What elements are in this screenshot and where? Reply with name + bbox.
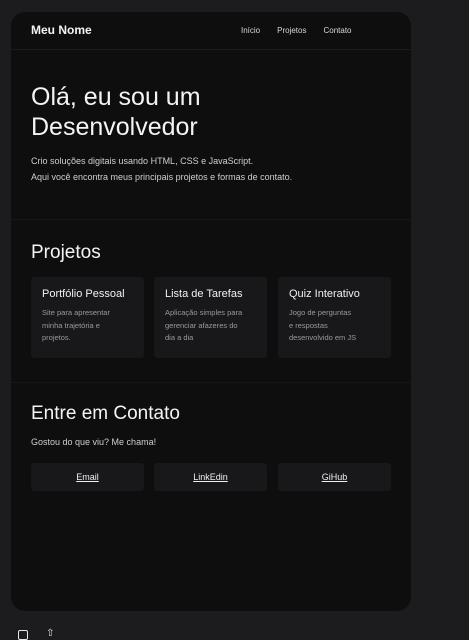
main-nav: Início Projetos Contato — [241, 26, 369, 35]
nav-contato-link[interactable]: Contato — [323, 26, 351, 35]
project-title: Lista de Tarefas — [165, 288, 243, 300]
project-card-quiz[interactable]: Quiz Interativo Jogo de perguntas e resp… — [278, 277, 391, 358]
portfolio-page: Meu Nome Início Projetos Contato Olá, eu… — [11, 12, 411, 611]
hero-description: Crio soluções digitais usando HTML, CSS … — [31, 153, 391, 185]
contact-subtitle: Gostou do que viu? Me chama! — [31, 437, 157, 447]
section-divider — [11, 382, 411, 383]
project-title: Portfólio Pessoal — [42, 288, 125, 300]
nav-projetos-link[interactable]: Projetos — [277, 26, 306, 35]
project-description: Jogo de perguntas e respostas desenvolvi… — [289, 308, 357, 342]
hero-title-line2: Desenvolvedor — [31, 113, 198, 141]
project-card-portfolio[interactable]: Portfólio Pessoal Site para apresentar m… — [31, 277, 144, 358]
hero-title: Olá, eu sou um Desenvolvedor — [31, 82, 391, 142]
github-button[interactable]: GiHub — [278, 463, 391, 491]
arrow-up-icon[interactable]: ⇧ — [46, 628, 54, 639]
email-button[interactable]: Email — [31, 463, 144, 491]
project-card-tarefas[interactable]: Lista de Tarefas Aplicação simples para … — [154, 277, 267, 358]
project-title: Quiz Interativo — [289, 288, 360, 300]
top-navbar: Meu Nome Início Projetos Contato — [11, 12, 411, 50]
hero-text-line1: Crio soluções digitais usando HTML, CSS … — [31, 156, 254, 166]
hero-text-line2: Aqui você encontra meus principais proje… — [31, 172, 293, 182]
contact-title: Entre em Contato — [31, 403, 180, 424]
window-icon[interactable] — [18, 630, 28, 640]
hero-title-line1: Olá, eu sou um — [31, 83, 201, 111]
projects-title: Projetos — [31, 242, 101, 263]
nav-inicio-link[interactable]: Início — [241, 26, 260, 35]
linkedin-button[interactable]: LinkEdin — [154, 463, 267, 491]
brand-name[interactable]: Meu Nome — [31, 23, 92, 37]
section-divider — [11, 219, 411, 220]
project-description: Site para apresentar minha trajetória e … — [42, 308, 110, 342]
project-description: Aplicação simples para gerenciar afazere… — [165, 308, 243, 342]
